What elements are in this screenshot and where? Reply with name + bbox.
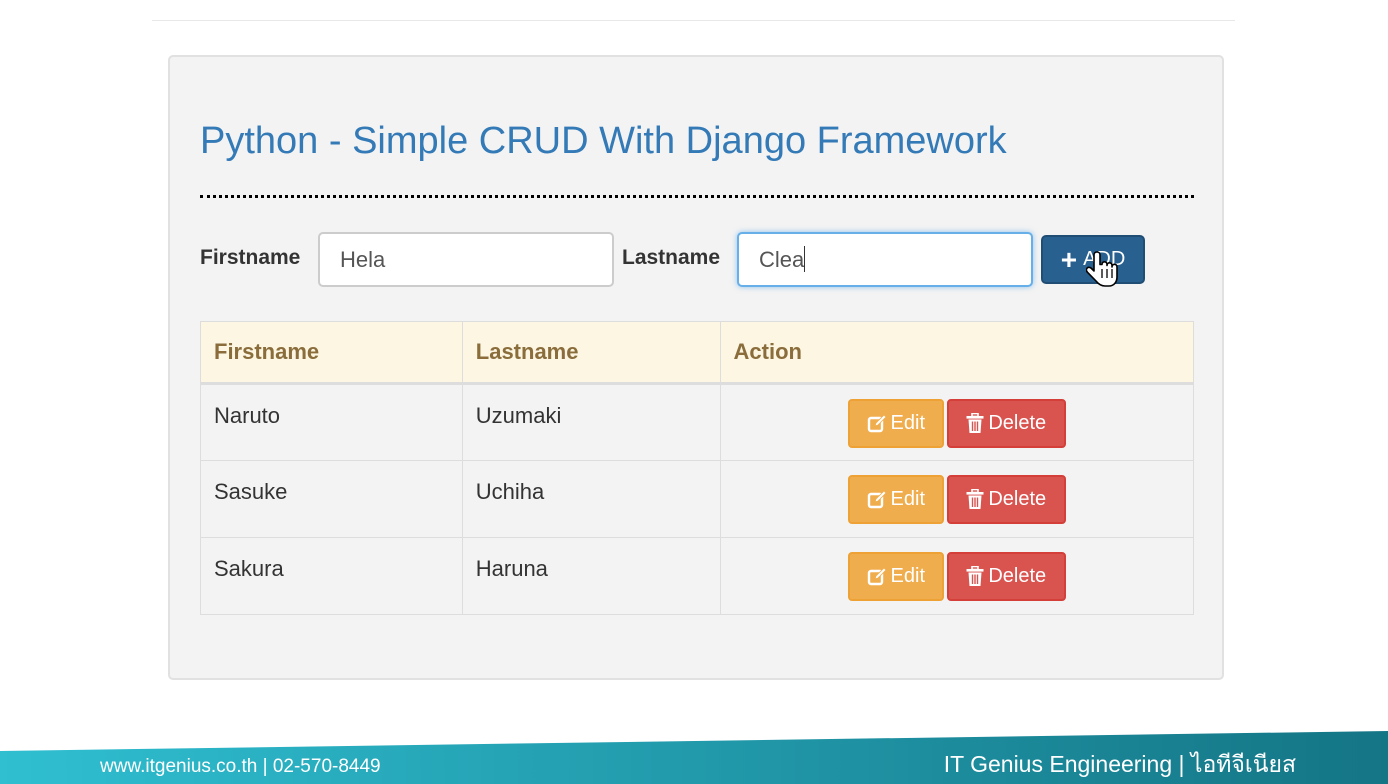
firstname-input[interactable] bbox=[318, 232, 614, 287]
column-header-lastname: Lastname bbox=[461, 321, 721, 385]
edit-button[interactable]: Edit bbox=[847, 552, 944, 601]
page: Python - Simple CRUD With Django Framewo… bbox=[0, 0, 1388, 784]
edit-icon bbox=[867, 413, 887, 432]
cell-lastname: Haruna bbox=[461, 537, 721, 615]
members-table: Firstname Lastname Action Naruto Uzumaki… bbox=[200, 321, 1195, 615]
text-caret bbox=[804, 246, 805, 272]
delete-button-label: Delete bbox=[988, 412, 1047, 434]
cell-lastname: Uchiha bbox=[461, 460, 721, 538]
trash-icon bbox=[966, 413, 984, 433]
plus-icon: + bbox=[1060, 243, 1078, 275]
cell-action: Edit Delete bbox=[719, 460, 1195, 538]
page-title: Python - Simple CRUD With Django Framewo… bbox=[200, 120, 1007, 162]
cell-action: Edit Delete bbox=[719, 537, 1195, 615]
lastname-input[interactable] bbox=[737, 232, 1033, 287]
navbar-divider bbox=[152, 20, 1235, 21]
table-header-row: Firstname Lastname Action bbox=[200, 321, 1195, 385]
edit-button-label: Edit bbox=[890, 412, 925, 434]
edit-icon bbox=[867, 566, 887, 585]
delete-button[interactable]: Delete bbox=[946, 475, 1066, 524]
cell-action: Edit Delete bbox=[719, 383, 1195, 461]
table-row: Sakura Haruna Edit Delete bbox=[200, 537, 1195, 615]
delete-button[interactable]: Delete bbox=[946, 552, 1066, 601]
cell-firstname: Sakura bbox=[200, 537, 463, 615]
trash-icon bbox=[966, 566, 984, 586]
lastname-label: Lastname bbox=[622, 246, 721, 269]
table-row: Naruto Uzumaki Edit Delete bbox=[200, 383, 1195, 461]
edit-icon bbox=[867, 489, 887, 508]
edit-button-label: Edit bbox=[890, 488, 925, 510]
edit-button[interactable]: Edit bbox=[847, 475, 944, 524]
dotted-divider bbox=[200, 195, 1194, 198]
footer-contact: www.itgenius.co.th | 02-570-8449 bbox=[100, 756, 381, 777]
cell-firstname: Naruto bbox=[200, 383, 463, 461]
cell-firstname: Sasuke bbox=[200, 460, 463, 538]
trash-icon bbox=[966, 489, 984, 509]
table-row: Sasuke Uchiha Edit Delete bbox=[200, 460, 1195, 538]
edit-button-label: Edit bbox=[890, 565, 925, 587]
column-header-firstname: Firstname bbox=[200, 321, 463, 385]
delete-button-label: Delete bbox=[988, 488, 1047, 510]
column-header-action: Action bbox=[719, 321, 1195, 385]
firstname-label: Firstname bbox=[200, 246, 301, 269]
edit-button[interactable]: Edit bbox=[847, 399, 944, 448]
delete-button[interactable]: Delete bbox=[946, 399, 1066, 448]
hand-pointer-icon bbox=[1086, 251, 1118, 287]
footer-brand: IT Genius Engineering | ไอทีจีเนียส bbox=[943, 751, 1296, 777]
delete-button-label: Delete bbox=[988, 565, 1047, 587]
cell-lastname: Uzumaki bbox=[461, 383, 721, 461]
